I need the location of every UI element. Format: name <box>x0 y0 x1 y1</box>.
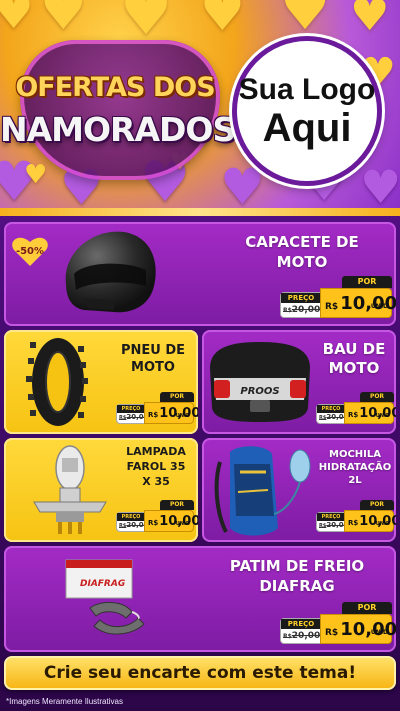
current-price: R$10,00 UNID <box>344 510 396 532</box>
current-price: R$10,00 UNID <box>144 402 198 424</box>
heart-decoration-icon: ♥ <box>350 0 390 41</box>
brake-brand-text: DIAFRAG <box>80 579 125 589</box>
por-label: POR <box>360 392 394 402</box>
heart-decoration-icon: ♥ <box>0 0 34 39</box>
trunk-image: PROOS <box>210 342 310 422</box>
logo-text-line-1: Sua Logo <box>238 73 376 106</box>
old-price-box: PREÇO R$20,00 <box>316 404 349 424</box>
header-banner: ♥ ♥ ♥ ♥ ♥ ♥ ♥ ♥ ♥ ♥ ♥ ♥ ♥ ♥ ♥ OFERTAS DO… <box>0 0 400 212</box>
product-name-line-1: PNEU DE <box>120 343 186 358</box>
price-tag: POR PREÇO R$20,00 R$10,00 UNID <box>116 392 198 424</box>
product-card-helmet[interactable]: -50% CAPACETE DE MOTO POR PREÇO R$20,00 … <box>4 222 396 326</box>
title-line-2: NAMORADOS <box>0 110 236 149</box>
heart-decoration-icon: ♥ <box>360 160 400 212</box>
por-label: POR <box>160 500 194 510</box>
preco-label: PREÇO <box>281 293 321 303</box>
por-label: POR <box>160 392 194 402</box>
heart-decoration-icon: ♥ <box>200 0 245 42</box>
product-name-line-3: X 35 <box>142 475 170 488</box>
product-name-line-1: PATIM DE FREIO <box>229 557 365 575</box>
product-name-line-2: MOTO <box>131 360 175 375</box>
old-price-box: PREÇO R$20,00 <box>116 404 149 424</box>
product-name-line-1: CAPACETE DE <box>245 233 359 251</box>
price-tag: POR PREÇO R$20,00 R$10,00 UNID <box>116 500 198 532</box>
old-price-box: PREÇO R$20,00 <box>280 292 322 318</box>
cta-banner[interactable]: Crie seu encarte com este tema! <box>4 656 396 690</box>
preco-label: PREÇO <box>281 619 321 629</box>
preco-label: PREÇO <box>117 405 145 413</box>
brake-pads-image: DIAFRAG <box>65 559 145 635</box>
title-line-1: OFERTAS DOS <box>15 72 215 103</box>
discount-badge: -50% <box>12 236 48 266</box>
preco-label: PREÇO <box>317 513 345 521</box>
product-card-backpack[interactable]: MOCHILA HIDRATAÇÃO 2L POR PREÇO R$20,00 … <box>202 438 396 542</box>
product-name-line-1: LAMPADA <box>126 445 186 458</box>
trunk-brand-text: PROOS <box>240 386 279 397</box>
preco-label: PREÇO <box>117 513 145 521</box>
logo-text-line-2: Aqui <box>262 106 352 150</box>
price-tag: POR PREÇO R$20,00 R$10,00 UNID <box>316 392 396 424</box>
old-price-box: PREÇO R$20,00 <box>280 618 322 644</box>
preco-label: PREÇO <box>317 405 345 413</box>
product-name-line-2: MOTO <box>276 253 328 271</box>
product-card-brake-pads[interactable]: DIAFRAG PATIM DE FREIO DIAFRAG POR PREÇO… <box>4 546 396 652</box>
logo-placeholder[interactable]: Sua Logo Aqui <box>232 36 382 186</box>
current-price: R$10,00 UNID <box>320 288 396 318</box>
product-name-line-1: BAU DE <box>322 340 386 358</box>
por-label: POR <box>342 602 392 614</box>
heart-decoration-icon: ♥ <box>40 0 87 42</box>
por-label: POR <box>360 500 394 510</box>
product-card-tire[interactable]: PNEU DE MOTO POR PREÇO R$20,00 R$10,00 U… <box>4 330 198 434</box>
current-price: R$10,00 UNID <box>320 614 396 644</box>
product-name-line-2: FAROL 35 <box>126 460 186 473</box>
current-price: R$10,00 UNID <box>344 402 396 424</box>
disclaimer-text: *Imagens Meramente Ilustrativas <box>6 697 123 706</box>
product-name-line-1: MOCHILA <box>329 449 381 460</box>
product-name-line-2: DIAFRAG <box>259 577 335 595</box>
price-tag: POR PREÇO R$20,00 R$10,00 UNID <box>316 500 396 532</box>
product-card-lamp[interactable]: LAMPADA FAROL 35 X 35 POR PREÇO R$20,00 … <box>4 438 198 542</box>
price-tag: POR PREÇO R$20,00 R$10,00 UNID <box>280 602 396 644</box>
heart-decoration-icon: ♥ <box>24 160 48 190</box>
tire-image <box>26 338 88 426</box>
header-divider <box>0 208 400 216</box>
product-card-trunk[interactable]: PROOS BAU DE MOTO POR PREÇO R$20,00 R$10… <box>202 330 396 434</box>
old-price-box: PREÇO R$20,00 <box>316 512 349 532</box>
old-price: R$20,00 <box>283 631 321 641</box>
backpack-image <box>214 446 311 536</box>
old-price-box: PREÇO R$20,00 <box>116 512 149 532</box>
helmet-image <box>65 231 156 313</box>
product-name-line-2: MOTO <box>328 359 380 377</box>
por-label: POR <box>342 276 392 288</box>
current-price: R$10,00 UNID <box>144 510 198 532</box>
lamp-image <box>33 445 107 534</box>
product-name-line-3: 2L <box>348 475 362 486</box>
product-name-line-2: HIDRATAÇÃO <box>318 462 392 473</box>
old-price: R$20,00 <box>283 305 321 315</box>
price-tag: POR PREÇO R$20,00 R$10,00 UNID <box>280 276 396 318</box>
